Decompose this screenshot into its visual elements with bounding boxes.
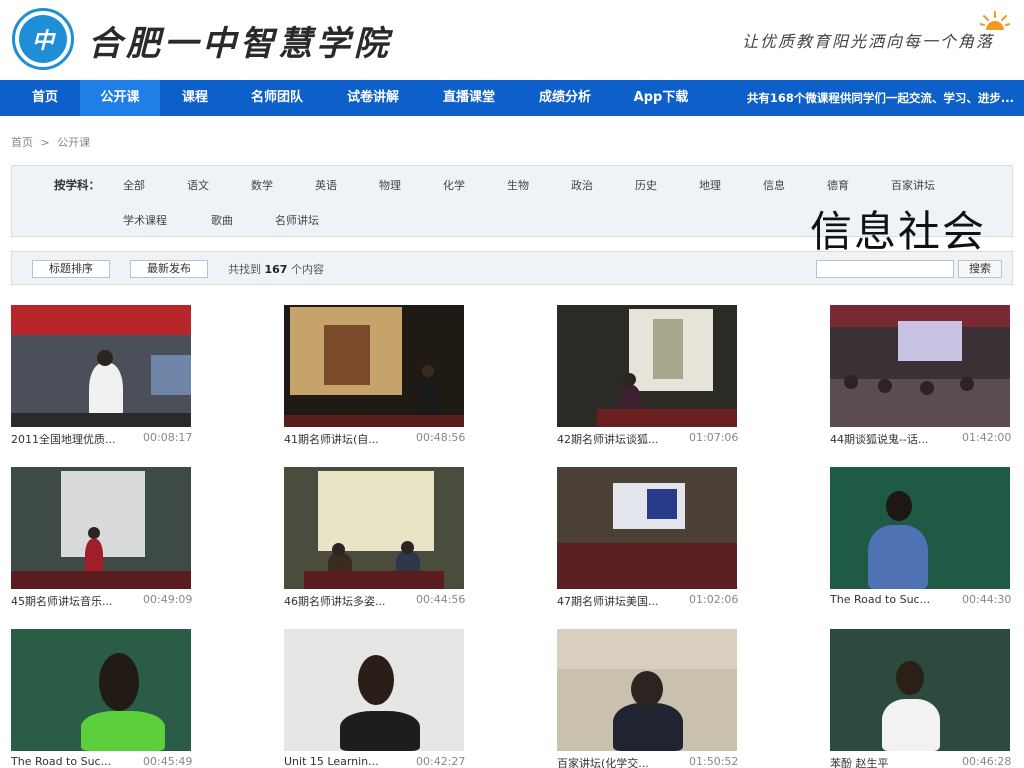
nav-item-live-class[interactable]: 直播课堂 (428, 80, 510, 116)
filter-tag-master-lecture[interactable]: 名师讲坛 (275, 212, 319, 228)
video-title[interactable]: 苯酚 赵生平 (830, 755, 950, 768)
video-title[interactable]: 41期名师讲坛(自... (284, 431, 404, 447)
school-logo[interactable]: 中 (12, 8, 74, 70)
filter-tag-songs[interactable]: 歌曲 (211, 212, 233, 228)
breadcrumb: 首页 > 公开课 (11, 134, 94, 150)
site-title: 合肥一中智慧学院 (88, 24, 392, 64)
filter-tag-lecture-forum[interactable]: 百家讲坛 (891, 177, 935, 193)
video-title[interactable]: The Road to Suc... (11, 755, 131, 768)
video-duration: 00:08:17 (143, 431, 193, 444)
video-duration: 00:48:56 (416, 431, 466, 444)
video-title[interactable]: 46期名师讲坛多姿... (284, 593, 404, 609)
video-duration: 00:46:28 (962, 755, 1012, 768)
video-title[interactable]: 42期名师讲坛谈狐... (557, 431, 677, 447)
video-duration: 01:02:06 (689, 593, 739, 606)
video-card[interactable]: 2011全国地理优质... 00:08:17 (11, 305, 211, 455)
video-duration: 00:49:09 (143, 593, 193, 606)
video-thumbnail[interactable] (11, 467, 191, 589)
filter-tag-physics[interactable]: 物理 (379, 177, 401, 193)
video-duration: 00:45:49 (143, 755, 193, 768)
video-card[interactable]: The Road to Suc... 00:45:49 (11, 629, 211, 768)
video-title[interactable]: 百家讲坛(化学交... (557, 755, 677, 768)
video-thumbnail[interactable] (557, 467, 737, 589)
video-card[interactable]: 45期名师讲坛音乐... 00:49:09 (11, 467, 211, 617)
video-card[interactable]: 苯酚 赵生平 00:46:28 (830, 629, 1024, 768)
filter-label: 按学科： (54, 178, 100, 192)
sort-by-latest-button[interactable]: 最新发布 (130, 260, 208, 278)
video-title[interactable]: 44期谈狐说鬼--话... (830, 431, 950, 447)
video-card[interactable]: 42期名师讲坛谈狐... 01:07:06 (557, 305, 757, 455)
result-count-prefix: 共找到 (228, 263, 261, 276)
video-duration: 00:42:27 (416, 755, 466, 768)
video-card[interactable]: 46期名师讲坛多姿... 00:44:56 (284, 467, 484, 617)
filter-tag-chemistry[interactable]: 化学 (443, 177, 465, 193)
sort-by-title-button[interactable]: 标题排序 (32, 260, 110, 278)
logo-mark: 中 (31, 28, 54, 54)
video-duration: 01:50:52 (689, 755, 739, 768)
search-input[interactable] (816, 260, 954, 278)
nav-item-teachers[interactable]: 名师团队 (236, 80, 318, 116)
filter-tag-biology[interactable]: 生物 (507, 177, 529, 193)
video-card[interactable]: 41期名师讲坛(自... 00:48:56 (284, 305, 484, 455)
main-nav: 首页 公开课 课程 名师团队 试卷讲解 直播课堂 成绩分析 App下载 共有16… (0, 80, 1024, 116)
filter-tag-history[interactable]: 历史 (635, 177, 657, 193)
video-thumbnail[interactable] (830, 467, 1010, 589)
site-header: 中 合肥一中智慧学院 让优质教育阳光洒向每一个角落 (0, 0, 1024, 80)
filter-tag-chinese[interactable]: 语文 (187, 177, 209, 193)
nav-item-courses[interactable]: 课程 (166, 80, 224, 116)
sun-icon (980, 11, 1010, 30)
filter-tag-it[interactable]: 信息 (763, 177, 785, 193)
video-thumbnail[interactable] (830, 305, 1010, 427)
video-title[interactable]: 45期名师讲坛音乐... (11, 593, 131, 609)
sort-bar: 标题排序 最新发布 共找到 167 个内容 搜索 (11, 251, 1013, 285)
video-title[interactable]: Unit 15 Learnin... (284, 755, 404, 768)
video-thumbnail[interactable] (557, 629, 737, 751)
video-title[interactable]: 2011全国地理优质... (11, 431, 131, 447)
video-title[interactable]: 47期名师讲坛美国... (557, 593, 677, 609)
video-thumbnail[interactable] (284, 305, 464, 427)
video-card[interactable]: Unit 15 Learnin... 00:42:27 (284, 629, 484, 768)
video-thumbnail[interactable] (11, 629, 191, 751)
video-duration: 01:42:00 (962, 431, 1012, 444)
filter-tag-politics[interactable]: 政治 (571, 177, 593, 193)
breadcrumb-current[interactable]: 公开课 (57, 136, 90, 149)
video-card[interactable]: 百家讲坛(化学交... 01:50:52 (557, 629, 757, 768)
video-card[interactable]: 44期谈狐说鬼--话... 01:42:00 (830, 305, 1024, 455)
video-thumbnail[interactable] (284, 629, 464, 751)
overlay-caption: 信息社会 (810, 207, 987, 256)
video-card[interactable]: 47期名师讲坛美国... 01:02:06 (557, 467, 757, 617)
nav-item-home[interactable]: 首页 (14, 80, 76, 116)
filter-tag-moral[interactable]: 德育 (827, 177, 849, 193)
slogan: 让优质教育阳光洒向每一个角落 (741, 32, 994, 51)
video-card[interactable]: The Road to Suc... 00:44:30 (830, 467, 1024, 617)
nav-item-app-download[interactable]: App下载 (620, 80, 702, 116)
breadcrumb-home[interactable]: 首页 (11, 136, 33, 149)
video-duration: 00:44:56 (416, 593, 466, 606)
filter-tag-geography[interactable]: 地理 (699, 177, 721, 193)
breadcrumb-separator: > (40, 136, 50, 149)
video-duration: 00:44:30 (962, 593, 1012, 606)
filter-tag-academic[interactable]: 学术课程 (123, 212, 167, 228)
nav-item-score-analysis[interactable]: 成绩分析 (524, 80, 606, 116)
filter-tag-math[interactable]: 数学 (251, 177, 273, 193)
filter-tag-all[interactable]: 全部 (123, 177, 145, 193)
video-thumbnail[interactable] (830, 629, 1010, 751)
video-title[interactable]: The Road to Suc... (830, 593, 950, 606)
nav-item-exam-review[interactable]: 试卷讲解 (332, 80, 414, 116)
video-thumbnail[interactable] (284, 467, 464, 589)
result-count-value: 167 (264, 263, 288, 276)
nav-marquee: 共有168个微课程供同学们一起交流、学习、进步... (746, 91, 1014, 105)
video-thumbnail[interactable] (557, 305, 737, 427)
result-count: 共找到 167 个内容 (228, 261, 324, 277)
nav-item-open-courses[interactable]: 公开课 (80, 80, 160, 116)
filter-tag-english[interactable]: 英语 (315, 177, 337, 193)
search-button[interactable]: 搜索 (958, 260, 1002, 278)
result-count-suffix: 个内容 (290, 263, 324, 276)
video-duration: 01:07:06 (689, 431, 739, 444)
video-thumbnail[interactable] (11, 305, 191, 427)
